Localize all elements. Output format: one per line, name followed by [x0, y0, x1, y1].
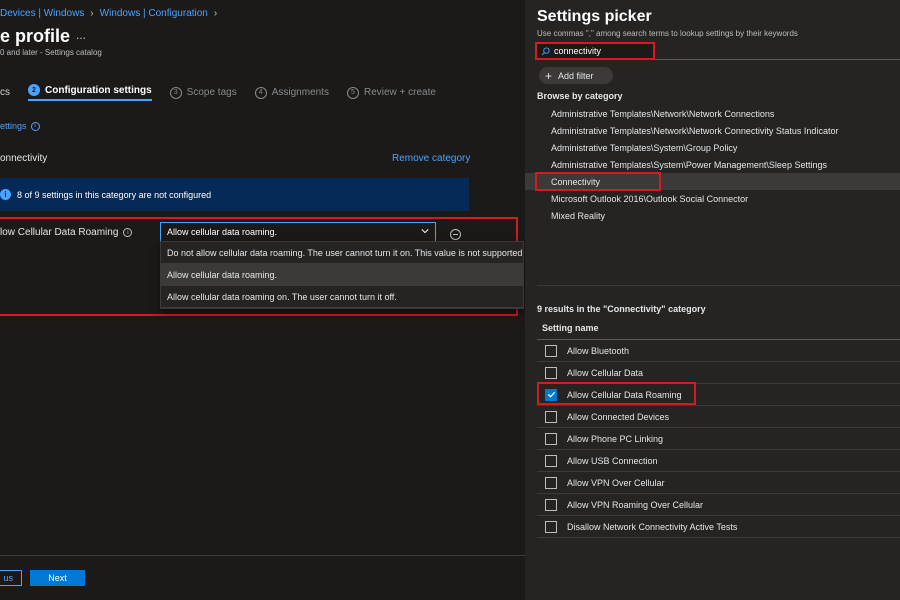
- add-filter-label: Add filter: [558, 70, 594, 81]
- setting-row[interactable]: Allow Cellular Data: [537, 362, 900, 384]
- highlight-setting-checkbox: [537, 382, 696, 405]
- setting-checkbox[interactable]: [545, 498, 557, 511]
- remove-setting-icon[interactable]: [450, 229, 461, 240]
- step-number-4: 4: [254, 86, 267, 99]
- step-configuration-settings-label: Configuration settings: [45, 84, 152, 96]
- step-number-2: 2: [28, 84, 40, 96]
- page-title: e profile: [0, 26, 71, 46]
- setting-checkbox[interactable]: [545, 520, 557, 533]
- category-name: onnectivity: [0, 153, 48, 164]
- breadcrumb-separator: ›: [90, 8, 94, 19]
- category-item[interactable]: Mixed Reality: [525, 207, 900, 224]
- setting-row-label: Allow VPN Roaming Over Cellular: [567, 499, 704, 510]
- profile-editor-pane: Devices | Windows › Windows | Configurat…: [0, 0, 525, 600]
- remove-category-link[interactable]: Remove category: [392, 153, 470, 164]
- setting-row[interactable]: Allow Bluetooth: [537, 340, 900, 362]
- chevron-down-icon: [421, 229, 429, 234]
- highlight-category: [535, 172, 661, 191]
- setting-row[interactable]: Allow Phone PC Linking: [537, 428, 900, 450]
- setting-row-label: Allow Phone PC Linking: [567, 433, 664, 444]
- category-list: Administrative Templates\Network\Network…: [525, 105, 900, 224]
- dropdown-option[interactable]: Allow cellular data roaming on. The user…: [161, 286, 523, 308]
- step-configuration-settings[interactable]: 2 Configuration settings: [28, 84, 152, 101]
- info-icon[interactable]: i: [123, 228, 133, 237]
- cellular-roaming-dropdown[interactable]: Allow cellular data roaming.: [160, 222, 436, 242]
- breadcrumb-devices-windows[interactable]: Devices | Windows: [0, 8, 84, 19]
- setting-name-text: low Cellular Data Roaming: [0, 227, 119, 238]
- dropdown-selected-value: Allow cellular data roaming.: [167, 227, 278, 237]
- step-number-5: 5: [346, 86, 359, 99]
- more-options-icon[interactable]: ...: [76, 28, 86, 42]
- setting-checkbox[interactable]: [545, 344, 557, 357]
- setting-checkbox[interactable]: [545, 476, 557, 489]
- results-heading: 9 results in the "Connectivity" category: [537, 304, 706, 314]
- setting-row[interactable]: Allow VPN Roaming Over Cellular: [537, 494, 900, 516]
- setting-checkbox[interactable]: [545, 366, 557, 379]
- step-basics[interactable]: cs: [0, 87, 10, 98]
- step-review-create-label: Review + create: [363, 87, 436, 98]
- setting-row[interactable]: Allow Connected Devices: [537, 406, 900, 428]
- dropdown-options-list: Do not allow cellular data roaming. The …: [160, 241, 524, 309]
- setting-row[interactable]: Allow USB Connection: [537, 450, 900, 472]
- previous-button[interactable]: us: [0, 570, 22, 586]
- setting-row-label: Allow Bluetooth: [567, 345, 630, 356]
- setting-row[interactable]: Disallow Network Connectivity Active Tes…: [537, 516, 900, 538]
- settings-section-label[interactable]: ettings i: [0, 121, 40, 131]
- next-button[interactable]: Next: [30, 570, 85, 586]
- page-subtitle: 0 and later - Settings catalog: [0, 48, 102, 57]
- column-header-setting-name[interactable]: Setting name: [542, 323, 599, 333]
- info-message-bar: i 8 of 9 settings in this category are n…: [0, 178, 469, 211]
- add-filter-button[interactable]: + Add filter: [539, 67, 613, 84]
- footer-divider: [0, 555, 525, 556]
- picker-hint: Use commas "," among search terms to loo…: [537, 29, 798, 38]
- info-message-text: 8 of 9 settings in this category are not…: [17, 189, 212, 200]
- category-item[interactable]: Administrative Templates\System\Group Po…: [525, 139, 900, 156]
- breadcrumb-windows-configuration[interactable]: Windows | Configuration: [100, 8, 208, 19]
- step-scope-tags-label: Scope tags: [186, 87, 237, 98]
- info-filled-icon: i: [0, 189, 11, 200]
- step-number-3: 3: [169, 86, 182, 99]
- category-item[interactable]: Microsoft Outlook 2016\Outlook Social Co…: [525, 190, 900, 207]
- setting-checkbox[interactable]: [545, 454, 557, 467]
- category-item[interactable]: Administrative Templates\Network\Network…: [525, 122, 900, 139]
- settings-label-text: ettings: [0, 121, 27, 131]
- search-icon: [541, 46, 550, 55]
- step-basics-label: cs: [0, 87, 10, 98]
- setting-name-label: low Cellular Data Roaming i: [0, 227, 133, 238]
- plus-icon: +: [545, 68, 553, 83]
- setting-checkbox[interactable]: [545, 432, 557, 445]
- dropdown-option[interactable]: Allow cellular data roaming.: [161, 264, 523, 286]
- section-divider: [537, 285, 900, 286]
- browse-by-category-heading: Browse by category: [537, 91, 623, 101]
- dropdown-option[interactable]: Do not allow cellular data roaming. The …: [161, 242, 523, 264]
- setting-checkbox[interactable]: [545, 410, 557, 423]
- setting-row-label: Allow Connected Devices: [567, 411, 670, 422]
- setting-row-label: Allow Cellular Data: [567, 367, 644, 378]
- step-review-create[interactable]: 5 Review + create: [346, 86, 436, 99]
- settings-results-list: Allow Bluetooth Allow Cellular Data Allo…: [537, 340, 900, 538]
- setting-row-label: Allow USB Connection: [567, 455, 658, 466]
- breadcrumb-separator: ›: [213, 8, 218, 19]
- step-assignments-label: Assignments: [271, 87, 329, 98]
- step-scope-tags[interactable]: 3 Scope tags: [169, 86, 237, 99]
- settings-picker-pane: Settings picker Use commas "," among sea…: [525, 0, 900, 600]
- setting-row[interactable]: Allow VPN Over Cellular: [537, 472, 900, 494]
- wizard-steps: cs 2 Configuration settings 3 Scope tags…: [0, 84, 436, 101]
- category-item[interactable]: Administrative Templates\Network\Network…: [525, 105, 900, 122]
- info-icon[interactable]: i: [30, 121, 40, 131]
- search-box[interactable]: [535, 42, 655, 60]
- step-assignments[interactable]: 4 Assignments: [254, 86, 329, 99]
- search-input[interactable]: [554, 46, 644, 56]
- setting-row-label: Allow VPN Over Cellular: [567, 477, 665, 488]
- breadcrumb: Devices | Windows › Windows | Configurat…: [0, 8, 217, 19]
- picker-title: Settings picker: [537, 8, 652, 25]
- category-item[interactable]: Administrative Templates\System\Power Ma…: [525, 156, 900, 173]
- setting-row-label: Disallow Network Connectivity Active Tes…: [567, 521, 738, 532]
- search-underline: [655, 59, 900, 60]
